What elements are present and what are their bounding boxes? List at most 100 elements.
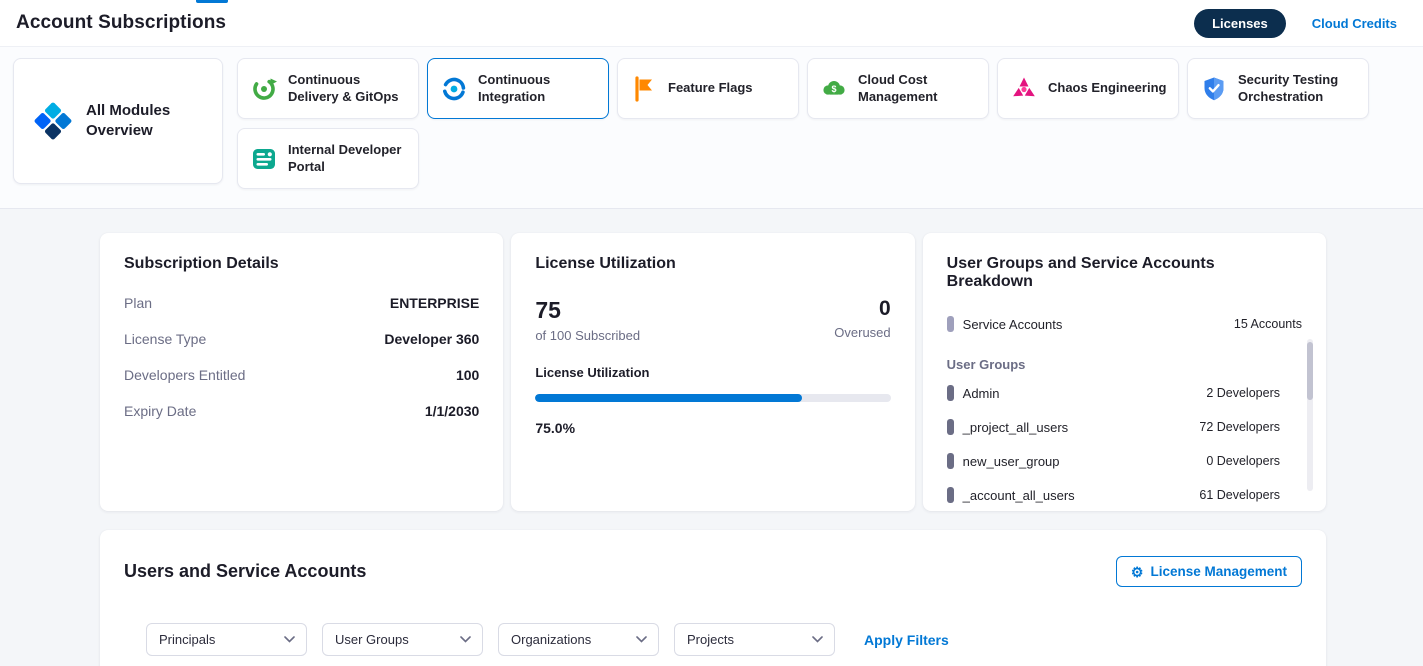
breakdown-title: User Groups and Service Accounts Breakdo… xyxy=(947,255,1302,291)
row-value: 100 xyxy=(456,367,479,383)
chevron-down-icon xyxy=(812,636,823,643)
module-card-continuous-delivery[interactable]: Continuous Delivery & GitOps xyxy=(237,58,419,119)
organizations-dropdown[interactable]: Organizations xyxy=(498,623,659,656)
subscription-details-title: Subscription Details xyxy=(124,255,479,273)
user-group-value: 61 Developers xyxy=(1199,488,1280,502)
summary-cards-row: Subscription Details Plan ENTERPRISE Lic… xyxy=(100,233,1326,511)
subscribed-caption: of 100 Subscribed xyxy=(535,328,640,343)
active-tab-indicator xyxy=(196,0,228,3)
dropdown-label: Projects xyxy=(687,632,734,647)
apply-filters-link[interactable]: Apply Filters xyxy=(864,632,949,648)
user-group-icon xyxy=(947,385,954,401)
utilization-bar-label: License Utilization xyxy=(535,365,890,380)
utilization-bar-track xyxy=(535,394,890,402)
utilization-bar-fill xyxy=(535,394,801,402)
subscribed-block: 75 of 100 Subscribed xyxy=(535,297,640,343)
module-label: Chaos Engineering xyxy=(1048,80,1166,97)
module-label: Security Testing Orchestration xyxy=(1238,72,1358,106)
module-card-internal-developer-portal[interactable]: Internal Developer Portal xyxy=(237,128,419,189)
chevron-down-icon xyxy=(460,636,471,643)
user-group-row: new_user_group 0 Developers xyxy=(947,444,1280,478)
row-value: ENTERPRISE xyxy=(390,295,479,311)
modules-band: All Modules Overview Continuous Delivery… xyxy=(0,46,1423,209)
license-management-button[interactable]: ⚙ License Management xyxy=(1116,556,1302,587)
cloud-credits-link[interactable]: Cloud Credits xyxy=(1312,16,1397,31)
internal-developer-portal-icon xyxy=(250,145,278,173)
subscription-row-developers-entitled: Developers Entitled 100 xyxy=(124,357,479,393)
licenses-tab-button[interactable]: Licenses xyxy=(1194,9,1286,38)
user-group-row: _account_all_users 61 Developers xyxy=(947,478,1280,512)
feature-flags-icon xyxy=(630,75,658,103)
breakdown-scrollbar-thumb[interactable] xyxy=(1307,342,1313,400)
user-group-row: Admin 2 Developers xyxy=(947,376,1280,410)
subscribed-count: 75 xyxy=(535,297,640,324)
user-groups-dropdown[interactable]: User Groups xyxy=(322,623,483,656)
row-label: Plan xyxy=(124,295,152,311)
users-card-title: Users and Service Accounts xyxy=(124,561,366,582)
user-group-name: Admin xyxy=(963,386,1000,401)
subscription-details-card: Subscription Details Plan ENTERPRISE Lic… xyxy=(100,233,503,511)
dropdown-label: Principals xyxy=(159,632,215,647)
module-card-feature-flags[interactable]: Feature Flags xyxy=(617,58,799,119)
license-utilization-title: License Utilization xyxy=(535,255,890,273)
chevron-down-icon xyxy=(284,636,295,643)
projects-dropdown[interactable]: Projects xyxy=(674,623,835,656)
row-value: 1/1/2030 xyxy=(425,403,480,419)
all-modules-logo-icon xyxy=(32,100,74,142)
user-group-value: 2 Developers xyxy=(1206,386,1280,400)
dropdown-label: User Groups xyxy=(335,632,409,647)
module-label: Continuous Integration xyxy=(478,72,598,106)
all-modules-overview-label: All Modules Overview xyxy=(86,101,182,142)
row-value: Developer 360 xyxy=(384,331,479,347)
page-title: Account Subscriptions xyxy=(16,12,226,34)
modules-row-2: Internal Developer Portal xyxy=(237,128,1369,189)
user-group-name: _account_all_users xyxy=(963,488,1075,503)
user-group-name: _project_all_users xyxy=(963,420,1069,435)
row-label: License Type xyxy=(124,331,206,347)
modules-row-1: Continuous Delivery & GitOps Continuous … xyxy=(237,58,1369,119)
principals-dropdown[interactable]: Principals xyxy=(146,623,307,656)
all-modules-overview-card[interactable]: All Modules Overview xyxy=(13,58,223,184)
content-area: Subscription Details Plan ENTERPRISE Lic… xyxy=(0,209,1423,666)
module-label: Feature Flags xyxy=(668,80,753,97)
continuous-integration-icon xyxy=(440,75,468,103)
users-card-header: Users and Service Accounts ⚙ License Man… xyxy=(124,556,1302,587)
service-accounts-row: Service Accounts 15 Accounts xyxy=(947,311,1302,337)
user-groups-label: User Groups xyxy=(947,357,1302,372)
module-card-continuous-integration[interactable]: Continuous Integration xyxy=(427,58,609,119)
row-label: Developers Entitled xyxy=(124,367,245,383)
module-label: Cloud Cost Management xyxy=(858,72,978,106)
topbar-actions: Licenses Cloud Credits xyxy=(1194,9,1397,38)
security-testing-icon xyxy=(1200,75,1228,103)
subscription-row-plan: Plan ENTERPRISE xyxy=(124,285,479,321)
module-card-cloud-cost-management[interactable]: $ Cloud Cost Management xyxy=(807,58,989,119)
user-groups-list: Admin 2 Developers _project_all_users 72… xyxy=(947,376,1302,512)
utilization-percent: 75.0% xyxy=(535,420,890,436)
overused-block: 0 Overused xyxy=(834,297,890,343)
user-group-icon xyxy=(947,453,954,469)
overused-caption: Overused xyxy=(834,325,890,340)
dropdown-label: Organizations xyxy=(511,632,591,647)
breakdown-card: User Groups and Service Accounts Breakdo… xyxy=(923,233,1326,511)
module-label: Continuous Delivery & GitOps xyxy=(288,72,408,106)
subscription-row-expiry-date: Expiry Date 1/1/2030 xyxy=(124,393,479,429)
service-accounts-icon xyxy=(947,316,954,332)
chaos-engineering-icon xyxy=(1010,75,1038,103)
subscription-details-rows: Plan ENTERPRISE License Type Developer 3… xyxy=(124,285,479,429)
svg-text:$: $ xyxy=(831,84,836,94)
license-management-label: License Management xyxy=(1150,564,1287,579)
module-label: Internal Developer Portal xyxy=(288,142,408,176)
user-group-value: 72 Developers xyxy=(1199,420,1280,434)
row-label: Expiry Date xyxy=(124,403,196,419)
gear-icon: ⚙ xyxy=(1131,565,1144,579)
topbar: Account Subscriptions Licenses Cloud Cre… xyxy=(0,0,1423,46)
user-group-row: _project_all_users 72 Developers xyxy=(947,410,1280,444)
users-and-service-accounts-card: Users and Service Accounts ⚙ License Man… xyxy=(100,530,1326,666)
cloud-cost-management-icon: $ xyxy=(820,75,848,103)
continuous-delivery-icon xyxy=(250,75,278,103)
module-card-chaos-engineering[interactable]: Chaos Engineering xyxy=(997,58,1179,119)
utilization-counts: 75 of 100 Subscribed 0 Overused xyxy=(535,297,890,343)
breakdown-scrollbar-track[interactable] xyxy=(1307,339,1313,491)
user-group-value: 0 Developers xyxy=(1206,454,1280,468)
module-card-security-testing[interactable]: Security Testing Orchestration xyxy=(1187,58,1369,119)
